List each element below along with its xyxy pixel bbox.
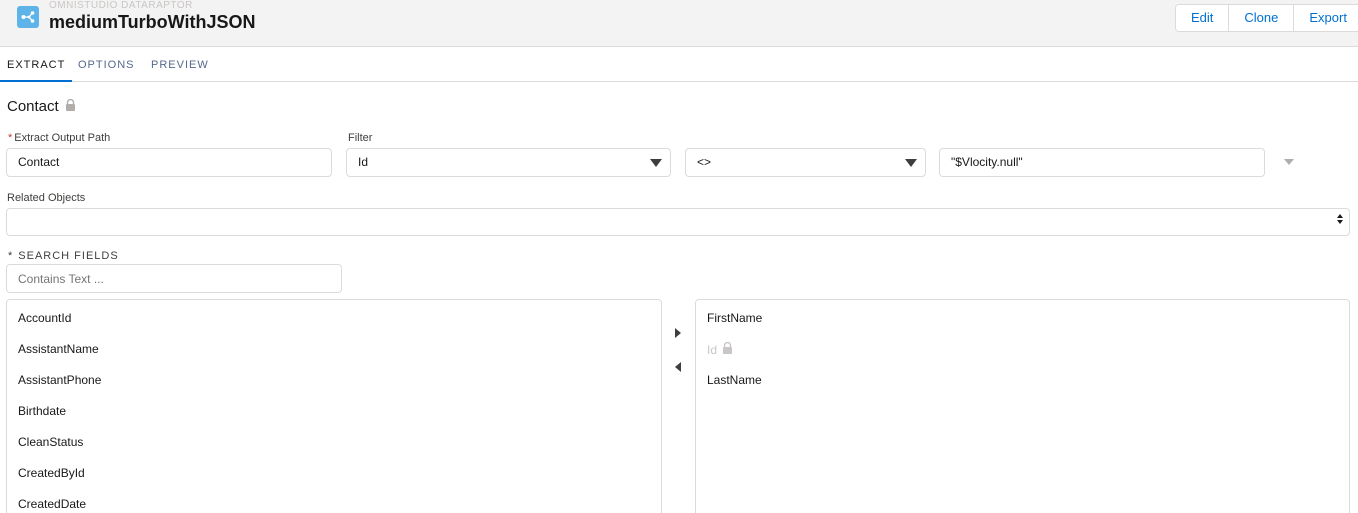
extract-output-path-label: * Extract Output Path <box>8 132 111 144</box>
chevron-down-icon <box>650 159 662 167</box>
object-title: Contact <box>7 98 76 115</box>
caret-left-icon <box>675 362 681 372</box>
move-left-button[interactable] <box>675 362 687 374</box>
tab-options[interactable]: OPTIONS <box>78 48 135 82</box>
move-right-button[interactable] <box>675 328 687 340</box>
page-header: OMNISTUDIO DATARAPTOR mediumTurboWithJSO… <box>0 0 1358 47</box>
clone-button[interactable]: Clone <box>1229 5 1295 31</box>
header-button-group: Edit Clone Export <box>1175 4 1358 32</box>
list-item-locked: Id <box>707 341 733 357</box>
list-item[interactable]: AssistantPhone <box>18 373 101 387</box>
list-item[interactable]: Birthdate <box>18 404 66 418</box>
object-name: Contact <box>7 98 59 115</box>
tab-preview[interactable]: PREVIEW <box>151 48 209 82</box>
tab-extract[interactable]: EXTRACT <box>0 48 73 82</box>
search-fields-label: * SEARCH FIELDS <box>8 250 119 262</box>
list-item[interactable]: CreatedDate <box>18 497 86 511</box>
list-item[interactable]: AssistantName <box>18 342 99 356</box>
available-fields-list[interactable]: AccountId AssistantName AssistantPhone B… <box>6 299 662 513</box>
select-arrows-icon <box>1337 214 1343 224</box>
filter-label: Filter <box>348 132 373 144</box>
filter-field-value: Id <box>358 155 369 169</box>
list-item[interactable]: LastName <box>707 373 762 387</box>
filter-value-input[interactable]: "$Vlocity.null" <box>939 148 1265 177</box>
filter-options-dropdown-icon[interactable] <box>1284 159 1294 165</box>
export-button[interactable]: Export <box>1294 5 1358 31</box>
related-objects-select[interactable] <box>6 208 1350 236</box>
dataraptor-icon <box>17 6 39 28</box>
filter-field-select[interactable]: Id <box>346 148 671 177</box>
chevron-down-icon <box>905 159 917 167</box>
lock-icon <box>722 341 733 357</box>
required-marker: * <box>8 132 13 144</box>
required-marker: * <box>8 250 14 262</box>
edit-button[interactable]: Edit <box>1176 5 1230 31</box>
caret-right-icon <box>675 328 681 338</box>
filter-operator-select[interactable]: <> <box>685 148 926 177</box>
list-item[interactable]: AccountId <box>18 311 71 325</box>
lock-icon <box>65 98 76 115</box>
search-fields-input[interactable] <box>6 264 342 293</box>
selected-fields-list[interactable]: FirstName Id LastName <box>695 299 1350 513</box>
extract-output-path-input[interactable]: Contact <box>6 148 332 177</box>
page-title: mediumTurboWithJSON <box>49 12 256 32</box>
tab-bar: EXTRACT OPTIONS PREVIEW <box>0 48 1358 82</box>
list-item[interactable]: CleanStatus <box>18 435 83 449</box>
list-item[interactable]: CreatedById <box>18 466 85 480</box>
list-item[interactable]: FirstName <box>707 311 762 325</box>
related-objects-label: Related Objects <box>7 192 86 204</box>
filter-operator-value: <> <box>697 155 712 169</box>
